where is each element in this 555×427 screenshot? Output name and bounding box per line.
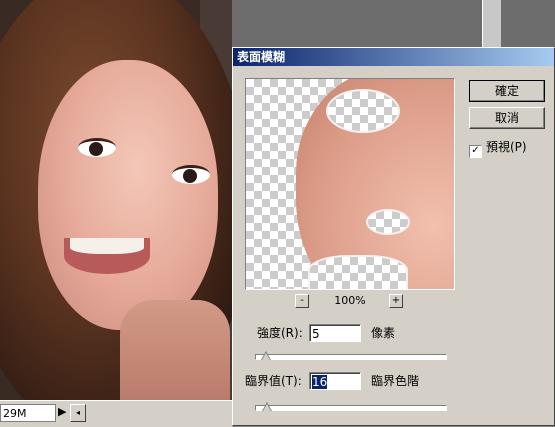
background-photo xyxy=(0,0,232,400)
vertical-scrollbar[interactable] xyxy=(482,0,501,47)
photo-neck xyxy=(120,300,230,400)
zoom-in-button[interactable]: + xyxy=(389,294,403,308)
workspace-background xyxy=(232,0,555,47)
photo-face xyxy=(38,60,218,330)
radius-slider-thumb[interactable] xyxy=(260,351,271,360)
threshold-unit: 臨界色階 xyxy=(371,374,420,388)
photo-mouth xyxy=(64,238,150,274)
radius-label: 強度(R): xyxy=(257,326,303,340)
zoom-level: 100% xyxy=(334,294,366,307)
photo-left-eye xyxy=(78,138,116,157)
zoom-controls: - 100% + xyxy=(295,294,405,308)
photo-right-eye xyxy=(172,165,210,184)
document-size-readout: 29M xyxy=(0,404,56,422)
preview-checkbox-label: 預視(P) xyxy=(486,140,527,154)
radius-slider[interactable] xyxy=(255,351,447,360)
preview-eye-region xyxy=(326,89,400,133)
threshold-slider[interactable] xyxy=(255,402,447,411)
status-bar: 29M ▶ ◂ xyxy=(0,400,232,427)
threshold-label: 臨界值(T): xyxy=(245,374,302,388)
threshold-value: 16 xyxy=(312,375,328,389)
preview-lips-region xyxy=(308,255,408,289)
filter-preview[interactable] xyxy=(245,78,455,290)
radius-unit: 像素 xyxy=(371,326,396,340)
dialog-title: 表面模糊 xyxy=(233,48,554,66)
ok-button[interactable]: 確定 xyxy=(469,80,545,102)
status-menu-arrow-icon[interactable]: ▶ xyxy=(58,405,66,418)
checkbox-check-icon[interactable]: ✓ xyxy=(469,145,482,158)
preview-nose-region xyxy=(366,209,410,235)
zoom-out-button[interactable]: - xyxy=(295,294,309,308)
radius-input[interactable]: 5 xyxy=(309,324,361,342)
scroll-left-button[interactable]: ◂ xyxy=(70,404,86,422)
preview-checkbox[interactable]: ✓ 預視(P) xyxy=(469,140,527,158)
threshold-input[interactable]: 16 xyxy=(309,372,361,390)
cancel-button[interactable]: 取消 xyxy=(469,107,545,129)
surface-blur-dialog: 表面模糊 - 100% + 確定 取消 ✓ 預視(P) 強度(R): 5 像素 臨… xyxy=(232,47,555,426)
threshold-slider-thumb[interactable] xyxy=(262,402,273,411)
